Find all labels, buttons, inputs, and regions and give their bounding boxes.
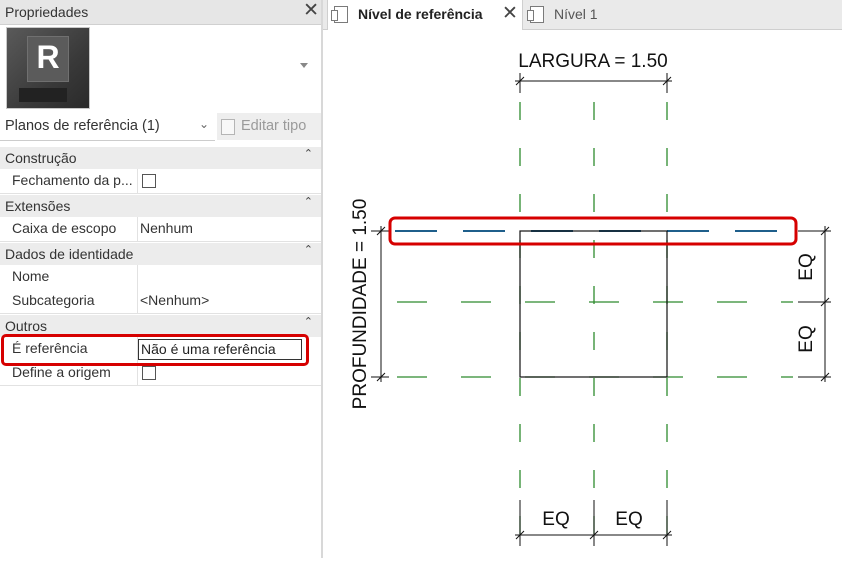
view-document-icon bbox=[527, 6, 544, 23]
property-value[interactable]: <Nenhum> bbox=[140, 292, 209, 308]
property-label: Fechamento da p... bbox=[12, 172, 133, 188]
view-tab-bar: Nível de referência ✕ Nível 1 bbox=[323, 0, 842, 30]
tab-label: Nível 1 bbox=[554, 6, 598, 22]
section-dados-de-identidade[interactable]: Dados de identidade ⌃ bbox=[0, 243, 321, 265]
collapse-icon[interactable]: ⌃ bbox=[304, 243, 313, 256]
property-row-fechamento: Fechamento da p... bbox=[0, 169, 321, 194]
section-construcao[interactable]: Construção ⌃ bbox=[0, 147, 321, 169]
tab-nivel-1[interactable]: Nível 1 bbox=[524, 0, 644, 29]
edit-type-label: Editar tipo bbox=[241, 118, 307, 134]
collapse-icon[interactable]: ⌃ bbox=[304, 315, 313, 328]
property-value[interactable]: Nenhum bbox=[140, 220, 193, 236]
property-label: Caixa de escopo bbox=[12, 220, 117, 236]
type-preview-image: R bbox=[6, 27, 90, 109]
tab-label: Nível de referência bbox=[358, 6, 483, 22]
eq-label-bottom-left: EQ bbox=[542, 509, 569, 530]
property-label: Subcategoria bbox=[12, 292, 95, 308]
revit-logo-icon: R bbox=[27, 36, 69, 82]
collapse-icon[interactable]: ⌃ bbox=[304, 147, 313, 160]
type-preview-dropdown-icon[interactable] bbox=[300, 63, 308, 68]
close-icon[interactable]: ✕ bbox=[303, 0, 319, 22]
view-document-icon bbox=[331, 6, 348, 23]
drawing-svg[interactable]: LARGURA = 1.50 PROFUNDIDADE = 1.50 EQ EQ bbox=[323, 30, 842, 558]
highlight-box bbox=[1, 334, 309, 366]
depth-dimension-label: PROFUNDIDADE = 1.50 bbox=[350, 199, 371, 410]
property-row-caixa-de-escopo[interactable]: Caixa de escopo Nenhum bbox=[0, 217, 321, 242]
property-row-subcategoria[interactable]: Subcategoria <Nenhum> bbox=[0, 289, 321, 314]
drawing-canvas[interactable]: LARGURA = 1.50 PROFUNDIDADE = 1.50 EQ EQ bbox=[323, 30, 842, 558]
eq-label-right-top: EQ bbox=[796, 253, 817, 280]
fechamento-checkbox[interactable] bbox=[142, 174, 156, 188]
define-origem-checkbox[interactable] bbox=[142, 366, 156, 380]
tab-nivel-de-referencia[interactable]: Nível de referência ✕ bbox=[327, 0, 523, 30]
properties-panel: Propriedades ✕ R Planos de referência (1… bbox=[0, 0, 321, 558]
property-label: Nome bbox=[12, 268, 50, 284]
property-label: Define a origem bbox=[12, 364, 111, 380]
edit-type-icon bbox=[221, 119, 235, 135]
type-selector-label: Planos de referência (1) bbox=[5, 118, 160, 134]
properties-title-bar: Propriedades ✕ bbox=[0, 0, 321, 25]
eq-label-bottom-right: EQ bbox=[615, 509, 642, 530]
chevron-down-icon[interactable]: ⌄ bbox=[199, 117, 209, 131]
width-dimension-label: LARGURA = 1.50 bbox=[518, 51, 667, 72]
eq-label-right-bottom: EQ bbox=[796, 325, 817, 352]
properties-title: Propriedades bbox=[5, 4, 89, 20]
edit-type-button[interactable]: Editar tipo bbox=[217, 113, 321, 140]
section-extensoes[interactable]: Extensões ⌃ bbox=[0, 195, 321, 217]
close-icon[interactable]: ✕ bbox=[502, 2, 518, 25]
collapse-icon[interactable]: ⌃ bbox=[304, 195, 313, 208]
property-row-nome[interactable]: Nome bbox=[0, 265, 321, 290]
type-selector-dropdown[interactable]: Planos de referência (1) ⌄ bbox=[0, 113, 215, 141]
